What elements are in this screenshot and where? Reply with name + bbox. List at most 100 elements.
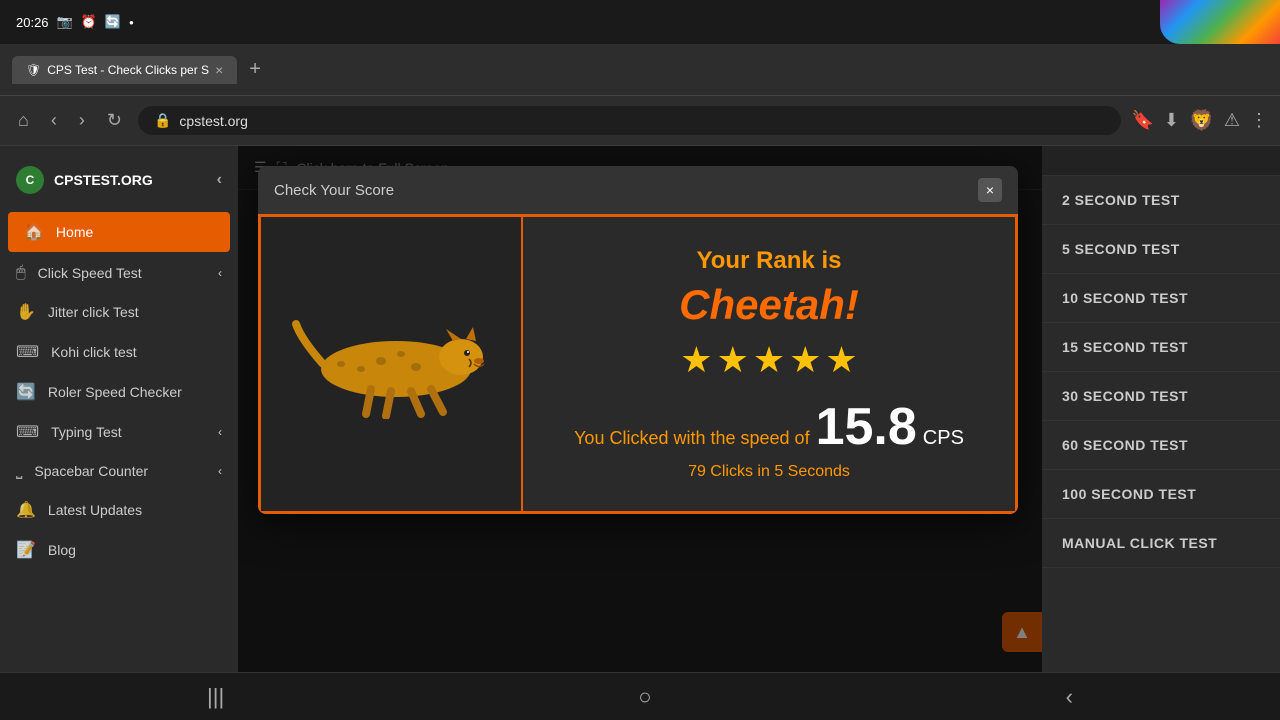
sidebar-label-kohi: Kohi click test [51, 344, 137, 360]
sidebar-label-home: Home [56, 224, 93, 240]
cheetah-image [291, 309, 491, 419]
address-bar[interactable]: 🔒 cpstest.org [138, 106, 1121, 135]
blog-icon: 📝 [16, 540, 36, 560]
reload-button[interactable]: ↻ [101, 106, 128, 135]
active-tab[interactable]: 🛡 CPS Test - Check Clicks per S × [12, 56, 237, 84]
typing-icon: ⌨ [16, 422, 39, 442]
sidebar-label-click: Click Speed Test [38, 265, 142, 281]
lock-icon: 🔒 [154, 112, 171, 129]
tab-favicon: 🛡 [26, 63, 41, 77]
star-1: ★ [680, 339, 712, 381]
tab-close-button[interactable]: × [215, 62, 223, 78]
test-item-manual[interactable]: MANUAL CLICK TEST [1042, 519, 1280, 568]
star-4: ★ [789, 339, 821, 381]
sidebar-label-typing: Typing Test [51, 424, 122, 440]
test-item-10sec[interactable]: 10 SECOND TEST [1042, 274, 1280, 323]
test-label-2sec: 2 SECOND TEST [1062, 192, 1180, 208]
roler-icon: 🔄 [16, 382, 36, 402]
sidebar-item-click-speed[interactable]: 🖱 Click Speed Test ‹ [0, 254, 238, 292]
kohi-icon: ⌨ [16, 342, 39, 362]
status-time: 20:26 [16, 15, 49, 30]
bottom-home-button[interactable]: ○ [608, 676, 681, 718]
sidebar-collapse-button[interactable]: ‹ [217, 171, 222, 189]
left-sidebar: C CPSTEST.ORG ‹ 🏠 Home 🖱 Click Speed Tes… [0, 146, 238, 672]
new-tab-button[interactable]: + [243, 58, 267, 81]
test-label-5sec: 5 SECOND TEST [1062, 241, 1180, 257]
back-button[interactable]: ‹ [45, 106, 63, 135]
logo-text: CPSTEST.ORG [54, 172, 153, 188]
brave-icon: 🦁 [1189, 108, 1214, 133]
test-label-100sec: 100 SECOND TEST [1062, 486, 1196, 502]
rainbow-decoration [1160, 0, 1280, 44]
sidebar-item-spacebar[interactable]: ⎵ Spacebar Counter ‹ [0, 452, 238, 490]
click-icon: 🖱 [16, 264, 26, 282]
test-label-15sec: 15 SECOND TEST [1062, 339, 1188, 355]
spacebar-icon: ⎵ [16, 462, 22, 480]
test-item-2sec[interactable]: 2 SECOND TEST [1042, 176, 1280, 225]
stars-rating: ★ ★ ★ ★ ★ [680, 339, 857, 381]
right-sidebar: 2 SECOND TEST 5 SECOND TEST 10 SECOND TE… [1042, 146, 1280, 672]
main-layout: C CPSTEST.ORG ‹ 🏠 Home 🖱 Click Speed Tes… [0, 146, 1280, 672]
rank-title: Your Rank is [697, 247, 842, 275]
test-item-15sec[interactable]: 15 SECOND TEST [1042, 323, 1280, 372]
sidebar-item-blog[interactable]: 📝 Blog [0, 530, 238, 570]
home-nav-button[interactable]: ⌂ [12, 106, 35, 135]
test-label-manual: MANUAL CLICK TEST [1062, 535, 1217, 551]
speed-unit: CPS [923, 427, 964, 450]
tab-title: CPS Test - Check Clicks per S [47, 63, 209, 77]
modal-header: Check Your Score × [258, 166, 1018, 214]
bookmark-icon[interactable]: 🔖 [1131, 110, 1153, 131]
test-label-30sec: 30 SECOND TEST [1062, 388, 1188, 404]
modal-score-area: Your Rank is Cheetah! ★ ★ ★ ★ ★ You Clic… [521, 217, 1015, 511]
download-icon[interactable]: ⬇ [1164, 110, 1179, 131]
score-modal: Check Your Score × [258, 166, 1018, 514]
click-info: 79 Clicks in 5 Seconds [688, 463, 850, 481]
sidebar-item-updates[interactable]: 🔔 Latest Updates [0, 490, 238, 530]
sidebar-logo: C CPSTEST.ORG ‹ [0, 156, 238, 210]
logo-icon: C [16, 166, 44, 194]
dot-icon: • [129, 15, 134, 30]
bottom-menu-button[interactable]: ||| [177, 676, 254, 718]
close-icon: × [986, 182, 994, 198]
sidebar-label-jitter: Jitter click Test [48, 304, 139, 320]
test-item-5sec[interactable]: 5 SECOND TEST [1042, 225, 1280, 274]
forward-button[interactable]: › [73, 106, 91, 135]
modal-image-area [261, 217, 521, 511]
camera-icon: 📷 [57, 14, 73, 30]
sidebar-item-typing[interactable]: ⌨ Typing Test ‹ [0, 412, 238, 452]
test-label-10sec: 10 SECOND TEST [1062, 290, 1188, 306]
typing-arrow: ‹ [218, 425, 222, 439]
sidebar-item-roler[interactable]: 🔄 Roler Speed Checker [0, 372, 238, 412]
bottom-back-button[interactable]: ‹ [1036, 676, 1103, 718]
alert-icon[interactable]: ⚠ [1224, 110, 1240, 131]
star-5: ★ [825, 339, 857, 381]
nav-icons: 🔖 ⬇ 🦁 ⚠ ⋮ [1131, 108, 1268, 133]
sidebar-label-roler: Roler Speed Checker [48, 384, 182, 400]
sync-icon: 🔄 [105, 14, 121, 30]
modal-close-button[interactable]: × [978, 178, 1002, 202]
modal-title: Check Your Score [274, 182, 394, 199]
speed-value: 15.8 [816, 397, 917, 457]
sidebar-label-spacebar: Spacebar Counter [34, 463, 148, 479]
rank-name: Cheetah! [679, 281, 859, 329]
menu-icon[interactable]: ⋮ [1250, 110, 1268, 131]
browser-tab-bar: 🛡 CPS Test - Check Clicks per S × + [0, 44, 1280, 96]
sidebar-item-kohi[interactable]: ⌨ Kohi click test [0, 332, 238, 372]
test-item-30sec[interactable]: 30 SECOND TEST [1042, 372, 1280, 421]
test-item-60sec[interactable]: 60 SECOND TEST [1042, 421, 1280, 470]
star-3: ★ [753, 339, 785, 381]
jitter-icon: ✋ [16, 302, 36, 322]
sidebar-item-home[interactable]: 🏠 Home [8, 212, 230, 252]
sidebar-item-jitter[interactable]: ✋ Jitter click Test [0, 292, 238, 332]
status-left: 20:26 📷 ⏰ 🔄 • [16, 14, 134, 30]
home-icon: 🏠 [24, 222, 44, 242]
bottom-navigation: ||| ○ ‹ [0, 672, 1280, 720]
test-item-100sec[interactable]: 100 SECOND TEST [1042, 470, 1280, 519]
sidebar-label-updates: Latest Updates [48, 502, 142, 518]
url-text: cpstest.org [179, 113, 247, 129]
status-bar: 20:26 📷 ⏰ 🔄 • 📶 📡 🔋 [0, 0, 1280, 44]
modal-body: Your Rank is Cheetah! ★ ★ ★ ★ ★ You Clic… [258, 214, 1018, 514]
navigation-bar: ⌂ ‹ › ↻ 🔒 cpstest.org 🔖 ⬇ 🦁 ⚠ ⋮ [0, 96, 1280, 146]
content-area: ☰ ⛶ Click here to Full Screen Check Your… [238, 146, 1042, 672]
right-sidebar-header [1042, 146, 1280, 176]
